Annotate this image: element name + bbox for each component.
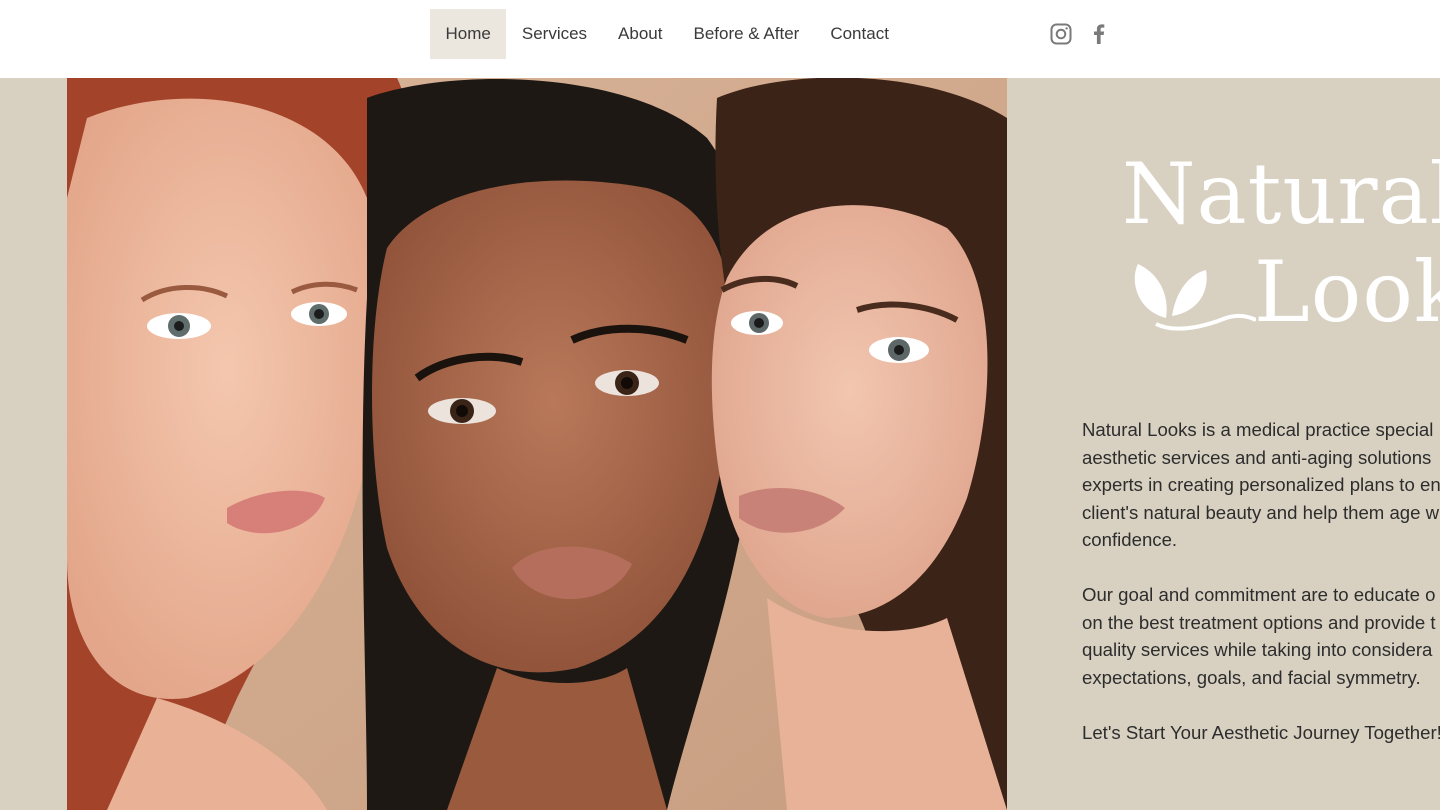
text-line: quality services while taking into consi… (1082, 639, 1433, 660)
nav-item-services[interactable]: Services (506, 9, 602, 59)
instagram-icon[interactable] (1049, 22, 1073, 46)
text-line: aesthetic services and anti-aging soluti… (1082, 446, 1432, 468)
text-line: confidence. (1082, 529, 1178, 550)
text-line: on the best treatment options and provid… (1082, 611, 1436, 633)
tagline: Let's Start Your Aesthetic Journey Toget… (1082, 721, 1440, 743)
main-nav: Home Services About Before & After Conta… (430, 9, 904, 59)
text-line: expectations, goals, and facial symmetry… (1082, 666, 1421, 688)
social-links (1049, 22, 1111, 46)
nav-item-about[interactable]: About (603, 9, 678, 59)
nav-item-home[interactable]: Home (430, 9, 507, 59)
text-line: experts in creating personalized plans t… (1082, 474, 1440, 495)
logo-text-line1: Natural (1122, 145, 1440, 243)
about-text: Natural Looks is a medical practice spec… (1082, 416, 1440, 774)
nav-item-before-after[interactable]: Before & After (678, 9, 815, 59)
natural-looks-logo: Natural Looks (1112, 152, 1440, 352)
logo-text-line2: Looks (1254, 243, 1440, 341)
nav-item-contact[interactable]: Contact (815, 9, 905, 59)
leaf-icon (1134, 264, 1256, 331)
text-line: client's natural beauty and help them ag… (1082, 501, 1440, 523)
about-paragraph-1: Natural Looks is a medical practice spec… (1082, 416, 1440, 554)
facebook-icon[interactable] (1087, 22, 1111, 46)
about-paragraph-2: Our goal and commitment are to educate o… (1082, 581, 1440, 691)
text-line: Natural Looks is a medical practice spec… (1082, 419, 1434, 440)
site-header: Home Services About Before & After Conta… (0, 0, 1440, 78)
hero-photo (67, 78, 1007, 810)
text-line: Our goal and commitment are to educate o (1082, 584, 1436, 605)
